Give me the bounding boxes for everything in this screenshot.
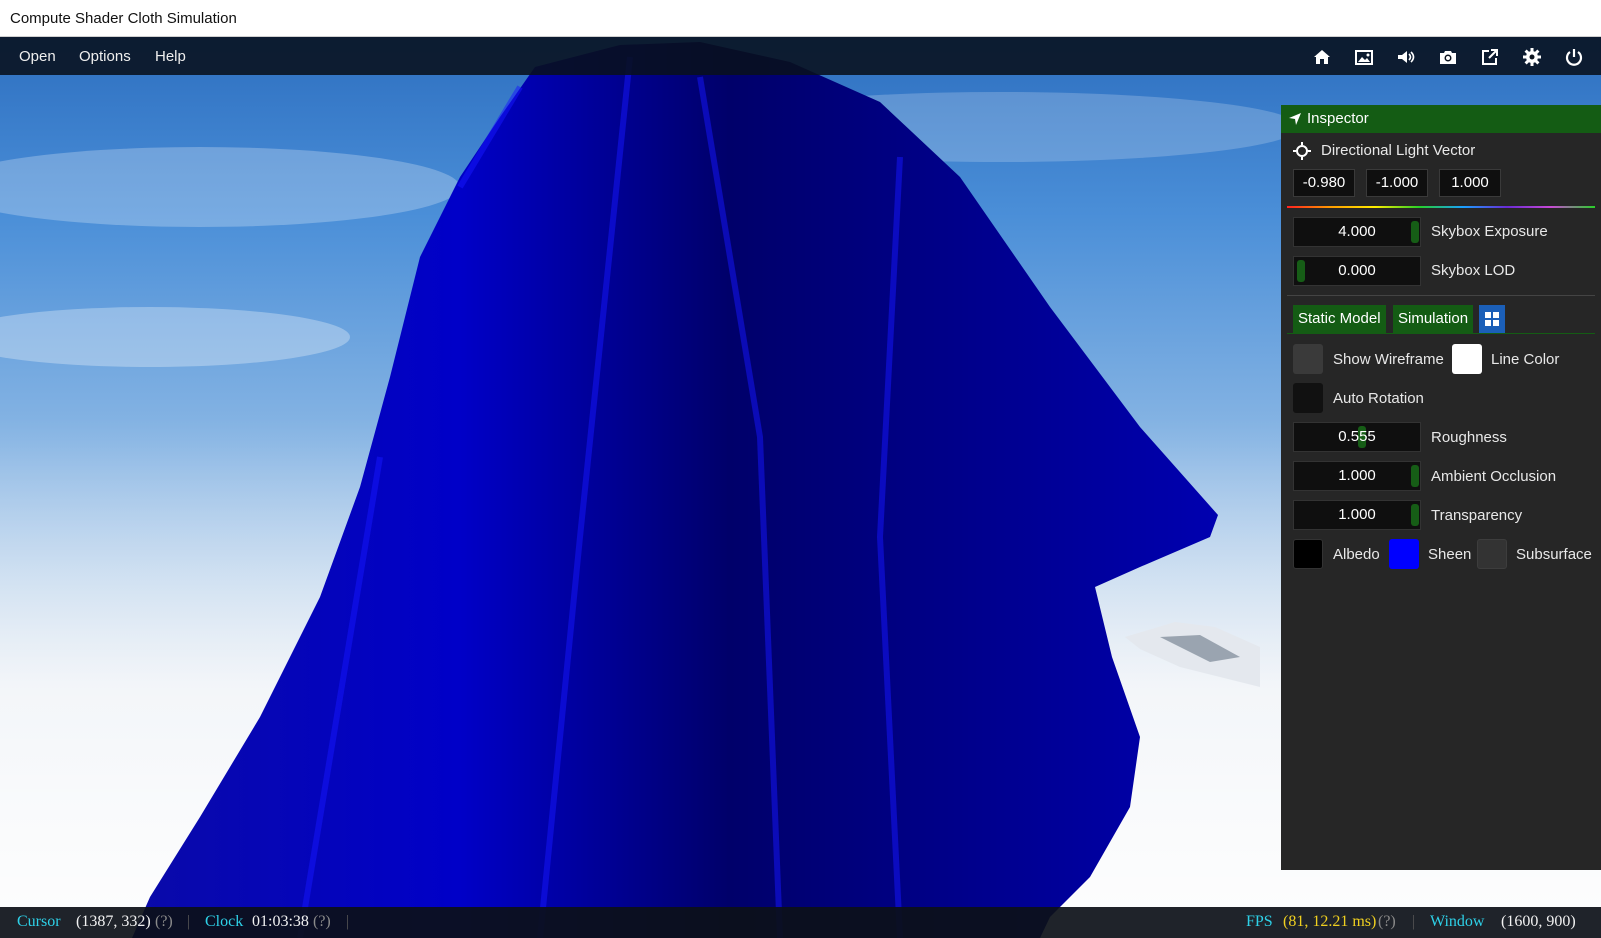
- inspector-header[interactable]: Inspector: [1281, 105, 1601, 133]
- ambient-occlusion-label: Ambient Occlusion: [1431, 468, 1557, 485]
- status-separator: |: [187, 913, 191, 930]
- line-color-swatch[interactable]: [1452, 344, 1482, 374]
- power-icon[interactable]: [1563, 46, 1585, 68]
- tab-underline: [1287, 333, 1595, 334]
- sun-icon: [1293, 142, 1311, 160]
- skybox-lod-value: 0.000: [1338, 262, 1376, 279]
- image-icon[interactable]: [1353, 46, 1375, 68]
- roughness-value: 0.555: [1338, 428, 1376, 445]
- slider-knob[interactable]: [1411, 221, 1419, 243]
- auto-rotation-checkbox[interactable]: [1293, 383, 1323, 413]
- skybox-lod-slider[interactable]: 0.000: [1293, 256, 1421, 286]
- slider-knob[interactable]: [1411, 504, 1419, 526]
- subsurface-label: Subsurface: [1516, 546, 1592, 563]
- inspector-panel: Inspector Directional Light Vector -0.98…: [1281, 105, 1601, 870]
- window-size-label: Window: [1430, 913, 1485, 930]
- line-color-label: Line Color: [1491, 351, 1560, 368]
- subsurface-swatch[interactable]: [1477, 539, 1507, 569]
- transparency-value: 1.000: [1338, 506, 1376, 523]
- fps-help[interactable]: (?): [1378, 913, 1396, 931]
- roughness-slider[interactable]: 0.555: [1293, 422, 1421, 452]
- external-link-icon[interactable]: [1479, 46, 1501, 68]
- slider-knob[interactable]: [1297, 260, 1305, 282]
- skybox-lod-label: Skybox LOD: [1431, 262, 1516, 279]
- menu-options[interactable]: Options: [79, 48, 131, 65]
- auto-rotation-label: Auto Rotation: [1333, 390, 1424, 407]
- cursor-help[interactable]: (?): [155, 913, 173, 931]
- navigation-arrow-icon: [1287, 111, 1303, 127]
- albedo-label: Albedo: [1333, 546, 1380, 563]
- gear-icon[interactable]: [1521, 46, 1543, 68]
- show-wireframe-label: Show Wireframe: [1333, 351, 1444, 368]
- transparency-slider[interactable]: 1.000: [1293, 500, 1421, 530]
- light-spectrum-divider: [1287, 206, 1595, 208]
- clock-value: 01:03:38: [252, 913, 309, 930]
- light-z-input[interactable]: 1.000: [1439, 169, 1501, 197]
- window-title: Compute Shader Cloth Simulation: [10, 10, 237, 27]
- roughness-label: Roughness: [1431, 429, 1507, 446]
- inspector-title: Inspector: [1307, 110, 1369, 127]
- light-x-input[interactable]: -0.980: [1293, 169, 1355, 197]
- light-vector-label: Directional Light Vector: [1321, 142, 1476, 159]
- skybox-exposure-label: Skybox Exposure: [1431, 223, 1548, 240]
- menu-open[interactable]: Open: [19, 48, 56, 65]
- clock-help[interactable]: (?): [313, 913, 331, 931]
- fps-label: FPS: [1246, 913, 1273, 930]
- fps-value: (81, 12.21 ms): [1283, 913, 1377, 930]
- status-separator: |: [1412, 913, 1416, 930]
- window-size-value: (1600, 900): [1501, 913, 1576, 930]
- status-separator: |: [346, 913, 350, 930]
- ambient-occlusion-value: 1.000: [1338, 467, 1376, 484]
- home-icon[interactable]: [1311, 46, 1333, 68]
- cursor-label: Cursor: [17, 913, 61, 930]
- status-bar: Cursor (1387, 332) (?) | Clock 01:03:38 …: [0, 907, 1601, 938]
- transparency-label: Transparency: [1431, 507, 1523, 524]
- tab-simulation[interactable]: Simulation: [1393, 305, 1474, 333]
- tab-static-model[interactable]: Static Model: [1293, 305, 1386, 333]
- camera-icon[interactable]: [1437, 46, 1459, 68]
- skybox-exposure-slider[interactable]: 4.000: [1293, 217, 1421, 247]
- clock-label: Clock: [205, 913, 244, 930]
- sheen-label: Sheen: [1428, 546, 1472, 563]
- show-wireframe-checkbox[interactable]: [1293, 344, 1323, 374]
- section-divider: [1287, 295, 1595, 296]
- skybox-exposure-value: 4.000: [1338, 223, 1376, 240]
- ambient-occlusion-slider[interactable]: 1.000: [1293, 461, 1421, 491]
- cursor-value: (1387, 332): [76, 913, 151, 930]
- albedo-swatch[interactable]: [1293, 539, 1323, 569]
- title-bar: Compute Shader Cloth Simulation: [0, 0, 1601, 37]
- menu-bar: Open Options Help: [0, 37, 1601, 75]
- light-y-input[interactable]: -1.000: [1366, 169, 1428, 197]
- sheen-swatch[interactable]: [1389, 539, 1419, 569]
- menu-help[interactable]: Help: [155, 48, 186, 65]
- grid-icon[interactable]: [1479, 305, 1505, 333]
- volume-icon[interactable]: [1395, 46, 1417, 68]
- slider-knob[interactable]: [1411, 465, 1419, 487]
